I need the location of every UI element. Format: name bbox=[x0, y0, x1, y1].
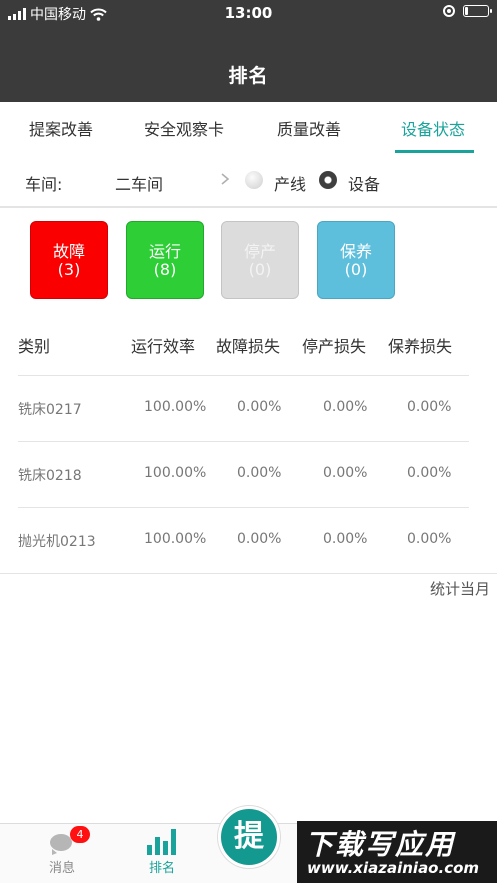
table-row[interactable]: 铣床0217 100.00% 0.00% 0.00% 0.00% bbox=[18, 376, 469, 442]
table-row[interactable]: 铣床0218 100.00% 0.00% 0.00% 0.00% bbox=[18, 442, 469, 508]
filter-row: 车间: 二车间 产线 设备 bbox=[0, 154, 497, 208]
bottom-tab-label: 消息 bbox=[48, 861, 75, 876]
header-run-efficiency: 运行效率 bbox=[131, 337, 196, 356]
watermark-url: www.xiazainiao.com bbox=[307, 859, 480, 877]
cell-category: 铣床0217 bbox=[18, 402, 82, 418]
radio-line-label[interactable]: 产线 bbox=[274, 171, 306, 195]
header-stop-loss: 停产损失 bbox=[302, 337, 367, 356]
radio-equipment-label[interactable]: 设备 bbox=[348, 171, 380, 195]
bottom-tab-ranking[interactable]: 排名 bbox=[122, 824, 202, 883]
tab-proposal-improvement[interactable]: 提案改善 bbox=[29, 116, 93, 140]
stats-period-note: 统计当月 bbox=[430, 580, 491, 598]
cell-maintenance-loss: 0.00% bbox=[407, 465, 452, 481]
unread-badge: 4 bbox=[70, 826, 90, 843]
status-card-maintenance[interactable]: 保养 (0) bbox=[317, 221, 395, 299]
tab-safety-observation[interactable]: 安全观察卡 bbox=[144, 116, 224, 140]
equipment-table: 类别 运行效率 故障损失 停产损失 保养损失 铣床0217 100.00% 0.… bbox=[18, 310, 469, 574]
submit-proposal-button[interactable]: 提 bbox=[218, 806, 280, 868]
cell-stop-loss: 0.00% bbox=[323, 399, 368, 415]
bottom-tab-messages[interactable]: 4 消息 bbox=[22, 824, 102, 883]
status-card-running[interactable]: 运行 (8) bbox=[126, 221, 204, 299]
table-divider bbox=[0, 573, 497, 574]
cell-maintenance-loss: 0.00% bbox=[407, 399, 452, 415]
header-fault-loss: 故障损失 bbox=[216, 337, 281, 356]
status-right bbox=[443, 5, 492, 17]
status-card-label: 运行 bbox=[148, 242, 181, 261]
nav-bar: 排名 bbox=[0, 27, 497, 102]
tab-quality-improvement[interactable]: 质量改善 bbox=[277, 116, 341, 140]
cell-run-efficiency: 100.00% bbox=[144, 531, 207, 547]
battery-icon bbox=[463, 5, 492, 17]
header-maintenance-loss: 保养损失 bbox=[388, 337, 453, 356]
bottom-tab-label: 排名 bbox=[148, 861, 175, 876]
cell-run-efficiency: 100.00% bbox=[144, 399, 207, 415]
status-card-count: (0) bbox=[248, 260, 272, 279]
radio-equipment[interactable] bbox=[319, 171, 337, 189]
active-tab-indicator bbox=[395, 150, 474, 153]
app-screen: 中国移动 13:00 排名 提案改善 安全观察卡 质量改善 设备状态 车间: 二… bbox=[0, 0, 497, 883]
status-bar: 中国移动 13:00 bbox=[0, 0, 497, 27]
cell-run-efficiency: 100.00% bbox=[144, 465, 207, 481]
table-header: 类别 运行效率 故障损失 停产损失 保养损失 bbox=[18, 310, 469, 376]
table-row[interactable]: 抛光机0213 100.00% 0.00% 0.00% 0.00% bbox=[18, 508, 469, 574]
cell-fault-loss: 0.00% bbox=[237, 465, 282, 481]
workshop-selector[interactable]: 二车间 bbox=[115, 171, 163, 195]
status-card-count: (3) bbox=[57, 260, 81, 279]
orientation-lock-icon bbox=[443, 5, 455, 17]
bar-chart-icon bbox=[147, 829, 177, 855]
cell-category: 铣床0218 bbox=[18, 468, 82, 484]
cell-fault-loss: 0.00% bbox=[237, 399, 282, 415]
status-card-count: (8) bbox=[153, 260, 177, 279]
site-watermark: 下载写应用 www.xiazainiao.com bbox=[297, 821, 497, 883]
chat-bubble-icon bbox=[50, 834, 72, 855]
cell-maintenance-loss: 0.00% bbox=[407, 531, 452, 547]
page-title: 排名 bbox=[228, 65, 269, 87]
chevron-right-icon[interactable] bbox=[219, 173, 231, 185]
radio-line[interactable] bbox=[245, 171, 263, 189]
status-card-stopped[interactable]: 停产 (0) bbox=[221, 221, 299, 299]
clock: 13:00 bbox=[224, 4, 273, 22]
watermark-title: 下载写应用 bbox=[305, 828, 456, 861]
cell-stop-loss: 0.00% bbox=[323, 465, 368, 481]
tab-equipment-status[interactable]: 设备状态 bbox=[401, 116, 465, 140]
status-card-label: 停产 bbox=[243, 242, 276, 261]
workshop-label: 车间: bbox=[25, 175, 63, 194]
status-card-label: 保养 bbox=[339, 242, 372, 261]
status-card-count: (0) bbox=[344, 260, 368, 279]
cell-stop-loss: 0.00% bbox=[323, 531, 368, 547]
header-category: 类别 bbox=[18, 337, 51, 356]
battery-level bbox=[465, 7, 468, 15]
cell-fault-loss: 0.00% bbox=[237, 531, 282, 547]
status-card-fault[interactable]: 故障 (3) bbox=[30, 221, 108, 299]
cell-category: 抛光机0213 bbox=[18, 534, 96, 550]
tab-bar: 提案改善 安全观察卡 质量改善 设备状态 bbox=[0, 102, 497, 154]
status-card-label: 故障 bbox=[52, 242, 85, 261]
